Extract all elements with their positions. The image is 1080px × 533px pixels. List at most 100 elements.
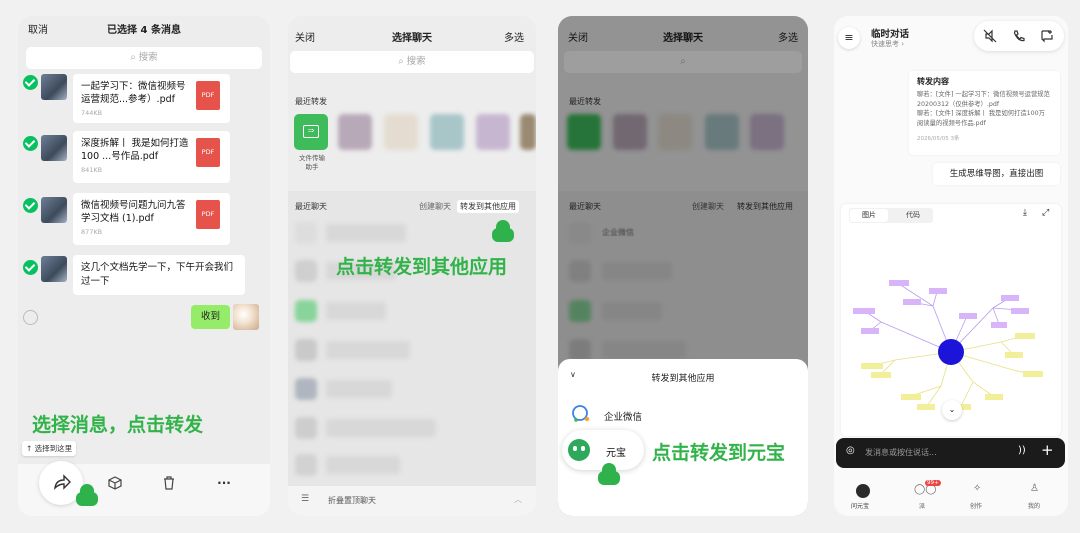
multi-select-button[interactable]: 多选: [504, 29, 524, 44]
forward-title: 转发内容: [917, 77, 949, 86]
new-chat-icon[interactable]: [1039, 28, 1055, 44]
select-here-label: 选择到这里: [34, 444, 73, 453]
chat-avatar[interactable]: [295, 222, 317, 244]
delete-icon[interactable]: [159, 473, 179, 493]
voice-icon[interactable]: )): [1018, 445, 1026, 456]
reply-bubble[interactable]: 收到: [191, 305, 231, 329]
chat-title: 临时对话: [871, 29, 910, 40]
wecom-icon[interactable]: [570, 403, 592, 425]
step-caption: 点击转发到其他应用: [336, 256, 508, 278]
arrow-up-icon: ↑: [26, 444, 35, 453]
favorite-box-icon[interactable]: [105, 473, 125, 493]
message-input-bar[interactable]: ◎ 发消息或按住说话... )) +: [836, 438, 1065, 468]
forward-other-apps-link[interactable]: 转发到其他应用: [457, 200, 519, 213]
mode-selector[interactable]: 快速思考 ›: [871, 39, 904, 49]
checked-icon[interactable]: [23, 198, 38, 213]
file-size: 841KB: [81, 166, 103, 174]
app-label: 元宝: [606, 448, 626, 459]
chat-row[interactable]: [326, 380, 392, 398]
file-card[interactable]: 深度拆解丨 我是如何打造100 ...号作品.pdf 841KB PDF: [73, 131, 230, 183]
user-message[interactable]: 生成思维导图，直接出图: [933, 163, 1060, 185]
chat-row[interactable]: [326, 302, 386, 320]
chat-row[interactable]: [326, 224, 406, 242]
camera-icon[interactable]: ◎: [846, 445, 855, 456]
self-avatar: [233, 304, 259, 330]
avatar: [41, 256, 67, 282]
plus-icon[interactable]: +: [1041, 441, 1054, 459]
recent-contact-avatar[interactable]: [384, 114, 418, 150]
more-icon[interactable]: ···: [214, 473, 234, 493]
expand-icon[interactable]: ⤢: [1042, 208, 1049, 218]
checked-icon[interactable]: [23, 75, 38, 90]
top-bar: 关闭 选择聊天 多选: [288, 16, 536, 44]
text-message[interactable]: 这几个文档先学一下，下午开会我们过一下: [73, 255, 245, 295]
phone-icon[interactable]: [1011, 28, 1027, 44]
header-actions: [974, 21, 1064, 51]
chevron-up-icon: ︿: [514, 495, 522, 504]
chat-avatar[interactable]: [295, 454, 317, 476]
chat-row[interactable]: [326, 456, 400, 474]
step-caption: 选择消息，点击转发: [32, 414, 204, 436]
nav-item-pai[interactable]: 派: [919, 501, 925, 510]
download-icon[interactable]: ⤓: [1023, 208, 1027, 218]
chat-row[interactable]: [326, 419, 436, 437]
menu-icon[interactable]: ≡: [838, 27, 860, 49]
file-name: 深度拆解丨 我是如何打造100 ...号作品.pdf: [81, 138, 189, 162]
nav-item-create[interactable]: 创作: [970, 501, 982, 510]
yuanbao-nav-icon[interactable]: [856, 484, 870, 498]
create-chat-link[interactable]: 创建聊天: [419, 201, 451, 212]
chat-avatar[interactable]: [295, 300, 317, 322]
avatar: [41, 135, 67, 161]
checked-icon[interactable]: [23, 260, 38, 275]
page-title: 已选择 4 条消息: [107, 25, 181, 36]
mute-icon[interactable]: [982, 28, 998, 44]
avatar: [41, 197, 67, 223]
profile-nav-icon[interactable]: ♙: [1030, 483, 1039, 494]
pdf-icon: PDF: [196, 138, 220, 167]
fold-pinned-label: 折叠置顶聊天: [328, 496, 376, 505]
file-size: 877KB: [81, 228, 103, 236]
unchecked-icon[interactable]: [23, 310, 38, 325]
message-input[interactable]: 发消息或按住说话...: [865, 447, 937, 458]
select-here-button[interactable]: ↑ 选择到这里: [22, 441, 77, 456]
yuanbao-app-option[interactable]: 元宝: [562, 430, 644, 470]
mode-label: 快速思考: [871, 40, 899, 48]
select-messages-panel: 取消 已选择 4 条消息 ⌕ 搜索 一起学习下：微信视频号运营规范...参考）.…: [18, 16, 270, 516]
step-caption: 点击转发到元宝: [652, 442, 786, 464]
yuanbao-chat-panel: ≡ 临时对话 快速思考 › 转发内容 聊若：[文件] 一起学习下：微信视频号运营…: [834, 16, 1068, 516]
sheet-title: 转发到其他应用: [651, 374, 715, 384]
search-icon: ⌕: [130, 52, 139, 63]
nav-item-ask[interactable]: 问元宝: [851, 501, 869, 510]
forward-line: 聊若：[文件] 深度拆解丨 我是如何打造100万 阅读量的视频号作品.pdf: [917, 110, 1045, 127]
create-nav-icon[interactable]: ✧: [973, 483, 981, 494]
checked-icon[interactable]: [23, 136, 38, 151]
nav-item-me[interactable]: 我的: [1028, 501, 1040, 510]
fold-pinned-bar[interactable]: ☰ 折叠置顶聊天 ︿: [288, 486, 536, 516]
search-input[interactable]: ⌕ 搜索: [26, 47, 262, 69]
recent-contact-avatar[interactable]: [430, 114, 464, 150]
chat-row[interactable]: [326, 341, 410, 359]
scroll-down-button[interactable]: ⌄: [942, 400, 962, 420]
forwarded-card[interactable]: 转发内容 聊若：[文件] 一起学习下：微信视频号运营规范20200312（仅供参…: [909, 71, 1060, 155]
chat-avatar[interactable]: [295, 260, 317, 282]
search-icon: ⌕: [398, 56, 407, 67]
list-icon: ☰: [301, 494, 310, 504]
tap-hand-icon: [76, 484, 98, 506]
file-card[interactable]: 一起学习下：微信视频号运营规范...参考）.pdf 744KB PDF: [73, 74, 230, 123]
chat-avatar[interactable]: [295, 339, 317, 361]
pdf-icon: PDF: [196, 200, 220, 229]
mindmap-card: 图片 代码 ⤓ ⤢ ⌄: [841, 204, 1061, 436]
recent-contact-avatar[interactable]: [476, 114, 510, 150]
tab-code[interactable]: 代码: [894, 209, 932, 222]
search-input[interactable]: ⌕ 搜索: [290, 51, 534, 73]
app-label[interactable]: 企业微信: [604, 409, 642, 423]
recent-contact-avatar[interactable]: [338, 114, 372, 150]
notification-badge: 99+: [925, 480, 941, 486]
chat-avatar[interactable]: [295, 417, 317, 439]
file-transfer-icon[interactable]: ⇒: [294, 114, 328, 150]
search-placeholder: 搜索: [138, 52, 158, 63]
file-card[interactable]: 微信视频号问题九问九答学习文档 (1).pdf 877KB PDF: [73, 193, 230, 245]
chat-avatar[interactable]: [295, 378, 317, 400]
tab-image[interactable]: 图片: [850, 209, 888, 222]
recent-contact-avatar[interactable]: [520, 114, 536, 150]
